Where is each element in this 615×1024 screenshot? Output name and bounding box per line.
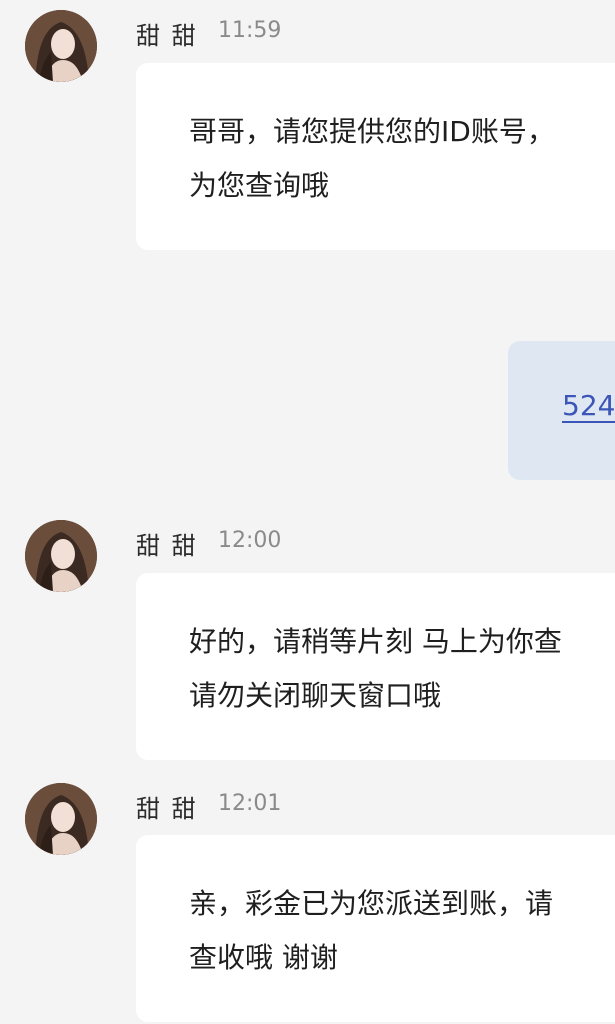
message-time: 12:00 [218, 528, 282, 553]
message-bubble[interactable]: 好的，请稍等片刻 马上为你查 请勿关闭聊天窗口哦 [136, 573, 615, 760]
chat-window: 甜 甜 11:59 哥哥，请您提供您的ID账号， 为您查询哦 5247 甜 甜 … [0, 0, 615, 1024]
message-link[interactable]: 5247 [562, 389, 615, 422]
message-text: 亲，彩金已为您派送到账，请 查收哦 谢谢 [189, 887, 554, 974]
sender-name: 甜 甜 [136, 22, 198, 50]
avatar-image [25, 783, 97, 855]
message-time: 11:59 [218, 18, 282, 43]
avatar-image [25, 520, 97, 592]
message-text: 好的，请稍等片刻 马上为你查 请勿关闭聊天窗口哦 [189, 625, 562, 712]
sender-name: 甜 甜 [136, 532, 198, 560]
message-bubble[interactable]: 哥哥，请您提供您的ID账号， 为您查询哦 [136, 63, 615, 250]
outgoing-message-bubble[interactable]: 5247 [508, 341, 615, 480]
avatar[interactable] [25, 10, 97, 82]
message-time: 12:01 [218, 791, 282, 816]
avatar[interactable] [25, 783, 97, 855]
avatar[interactable] [25, 520, 97, 592]
message-bubble[interactable]: 亲，彩金已为您派送到账，请 查收哦 谢谢 [136, 835, 615, 1022]
message-text: 哥哥，请您提供您的ID账号， 为您查询哦 [189, 115, 555, 202]
sender-name: 甜 甜 [136, 795, 198, 823]
avatar-image [25, 10, 97, 82]
